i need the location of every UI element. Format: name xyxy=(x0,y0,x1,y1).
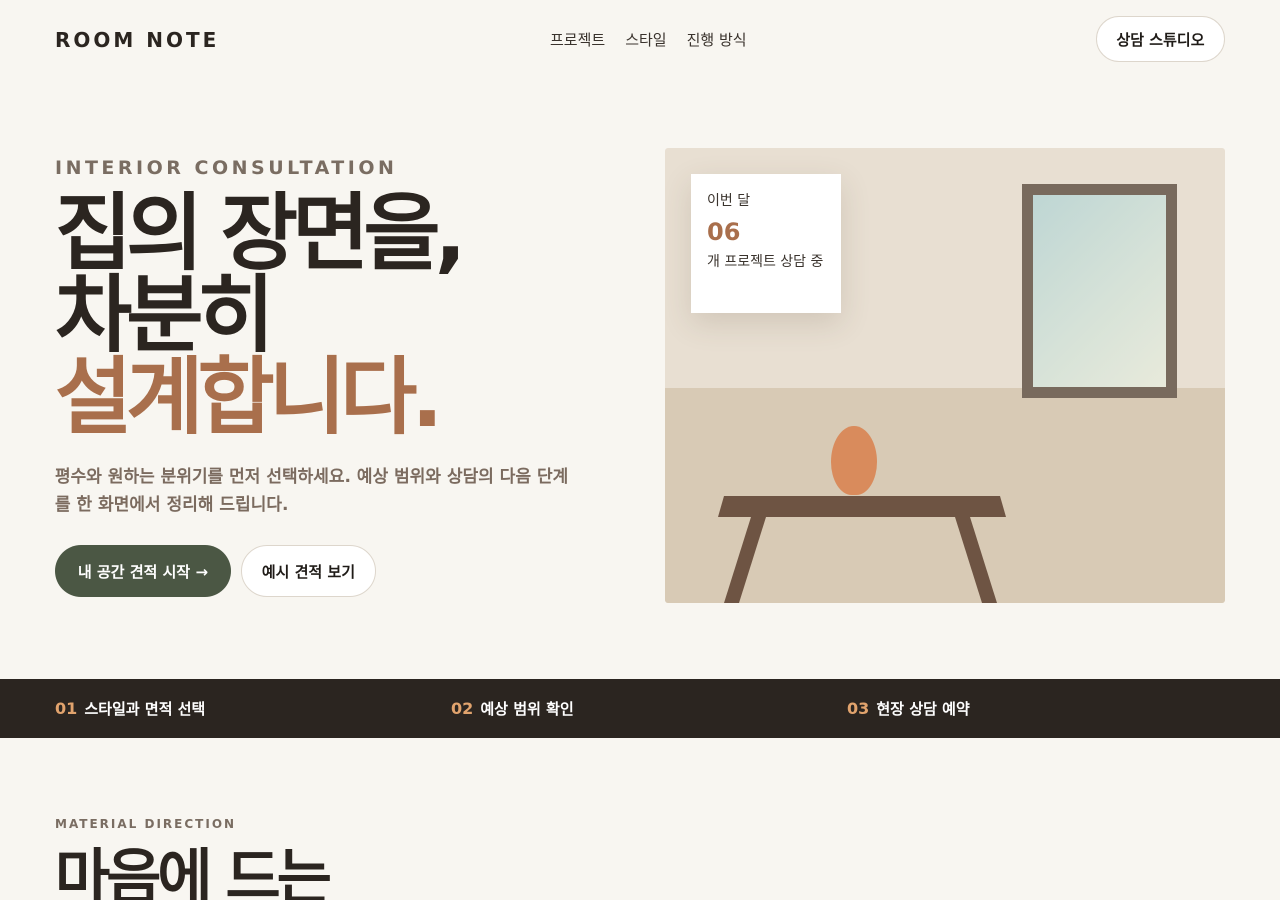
table-top xyxy=(718,496,1006,517)
main-nav: 프로젝트 스타일 진행 방식 xyxy=(550,29,747,50)
hero-description: 평수와 원하는 분위기를 먼저 선택하세요. 예상 범위와 상담의 다음 단계를… xyxy=(55,467,569,515)
stat-description: 개 프로젝트 상담 중 xyxy=(707,254,824,270)
step-label: 스타일과 면적 선택 xyxy=(84,700,206,718)
material-section-title: 마음에 드는 xyxy=(55,843,332,900)
hero-title-line-2: 차분히 xyxy=(55,266,275,364)
nav-link-process[interactable]: 진행 방식 xyxy=(687,29,747,50)
step-label: 예상 범위 확인 xyxy=(480,700,574,718)
hero-title: 집의 장면을, 차분히 설계합니다. xyxy=(55,184,615,446)
step-number: 01 xyxy=(55,699,78,718)
start-estimate-button[interactable]: 내 공간 견적 시작 → xyxy=(55,545,231,597)
stat-label: 이번 달 xyxy=(707,193,751,209)
step-item: 03 현장 상담 예약 xyxy=(847,698,970,719)
step-number: 03 xyxy=(847,699,870,718)
vase xyxy=(831,426,877,495)
step-item: 02 예상 범위 확인 xyxy=(451,698,574,719)
hero-eyebrow: INTERIOR CONSULTATION xyxy=(55,157,398,179)
hero-room-illustration: 이번 달 06 개 프로젝트 상담 중 xyxy=(665,148,1225,603)
table-leg-left xyxy=(724,517,766,603)
logo[interactable]: ROOM NOTE xyxy=(55,28,219,52)
nav-link-projects[interactable]: 프로젝트 xyxy=(550,29,605,50)
step-label: 현장 상담 예약 xyxy=(876,700,970,718)
step-number: 02 xyxy=(451,699,474,718)
stat-value: 06 xyxy=(707,218,741,246)
hero-title-line-1: 집의 장면을, xyxy=(55,184,467,282)
process-steps-bar: 01 스타일과 면적 선택 02 예상 범위 확인 03 현장 상담 예약 xyxy=(0,679,1280,738)
example-estimate-button[interactable]: 예시 견적 보기 xyxy=(241,545,376,597)
nav-link-styles[interactable]: 스타일 xyxy=(625,29,666,50)
material-section-eyebrow: MATERIAL DIRECTION xyxy=(55,817,237,831)
site-header: ROOM NOTE 프로젝트 스타일 진행 방식 상담 스튜디오 xyxy=(0,0,1280,78)
table-leg-right xyxy=(955,517,997,603)
step-item: 01 스타일과 면적 선택 xyxy=(55,698,205,719)
consult-studio-button[interactable]: 상담 스튜디오 xyxy=(1096,16,1225,62)
hero-title-accent: 설계합니다. xyxy=(55,348,443,446)
monthly-stat-card: 이번 달 06 개 프로젝트 상담 중 xyxy=(691,174,841,313)
